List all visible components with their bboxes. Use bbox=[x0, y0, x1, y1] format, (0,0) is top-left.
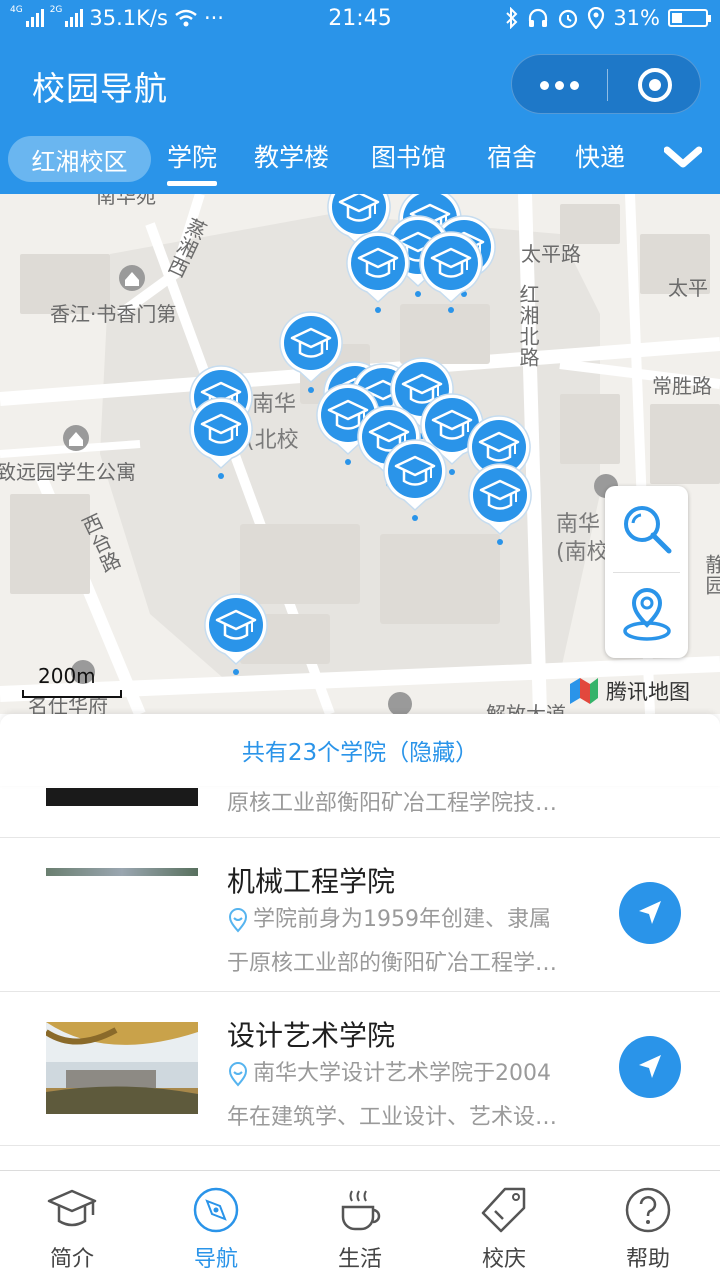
battery-percent: 31% bbox=[613, 6, 660, 30]
map-tools bbox=[605, 486, 688, 658]
college-marker-icon[interactable] bbox=[382, 438, 448, 522]
navigate-button[interactable] bbox=[619, 1036, 681, 1098]
scale-label: 200m bbox=[38, 664, 96, 688]
college-list: 原核工业部衡阳矿冶工程学院技… 机械工程学院 学院前身为1959年创建、隶属 于… bbox=[0, 770, 720, 1170]
category-tabs: 红湘校区 学院 教学楼 图书馆 宿舍 快递 bbox=[0, 130, 720, 194]
compass-icon bbox=[193, 1187, 239, 1233]
tab-teaching-building[interactable]: 教学楼 bbox=[254, 138, 329, 174]
headset-icon bbox=[529, 8, 548, 27]
tab-intro[interactable]: 简介 bbox=[0, 1171, 144, 1280]
battery-icon bbox=[668, 9, 711, 27]
college-marker-icon[interactable] bbox=[203, 592, 269, 676]
college-thumbnail bbox=[46, 1022, 198, 1114]
tab-navigation[interactable]: 导航 bbox=[144, 1171, 288, 1280]
college-description-line1: 学院前身为1959年创建、隶属 bbox=[253, 907, 551, 932]
map-label: 太平 bbox=[668, 276, 708, 300]
navigation-arrow-icon bbox=[639, 1055, 661, 1078]
map-label: 太平路 bbox=[521, 242, 581, 266]
graduation-cap-icon bbox=[47, 1189, 97, 1227]
campus-map[interactable]: 南华苑 香江·书香门第 太平路 太平 红湘北路 常胜路 致远园学生公寓 南华 (… bbox=[0, 194, 720, 714]
map-label: 解放大道 bbox=[486, 702, 566, 714]
college-description: 原核工业部衡阳矿冶工程学院技… bbox=[227, 791, 558, 816]
navigate-button[interactable] bbox=[619, 882, 681, 944]
college-thumbnail bbox=[46, 788, 198, 806]
more-menu-button[interactable] bbox=[512, 55, 607, 115]
tag-icon bbox=[481, 1187, 526, 1233]
college-description-line2: 于原核工业部的衡阳矿冶工程学… bbox=[227, 951, 558, 976]
map-label: 静园 bbox=[702, 554, 720, 596]
map-label: 致远园学生公寓 bbox=[0, 460, 136, 484]
location-pin-icon bbox=[622, 588, 671, 641]
tab-label: 导航 bbox=[193, 1247, 238, 1272]
college-photo bbox=[46, 1022, 198, 1114]
college-marker-icon[interactable] bbox=[188, 396, 254, 480]
battery-fill bbox=[672, 13, 682, 23]
tab-label: 简介 bbox=[49, 1247, 94, 1272]
app-header: 校园导航 bbox=[0, 40, 720, 130]
close-miniapp-button[interactable] bbox=[607, 55, 702, 115]
my-location-button[interactable] bbox=[605, 572, 688, 658]
list-item[interactable]: 设计艺术学院 南华大学设计艺术学院于2004 年在建筑学、工业设计、艺术设… bbox=[0, 992, 720, 1146]
navigation-arrow-icon bbox=[639, 901, 661, 924]
tab-label: 生活 bbox=[337, 1247, 382, 1272]
location-marker-icon bbox=[228, 908, 248, 933]
list-item[interactable]: 机械工程学院 学院前身为1959年创建、隶属 于原核工业部的衡阳矿冶工程学… bbox=[0, 838, 720, 992]
tab-label: 帮助 bbox=[625, 1247, 670, 1272]
map-label: 常胜路 bbox=[652, 374, 712, 398]
tab-dormitory[interactable]: 宿舍 bbox=[487, 138, 537, 174]
map-label: 香江·书香门第 bbox=[50, 302, 177, 326]
map-label: 南华苑 bbox=[96, 194, 156, 208]
college-marker-icon[interactable] bbox=[345, 230, 411, 314]
college-description: 学院前身为1959年创建、隶属 于原核工业部的衡阳矿冶工程学… bbox=[227, 898, 612, 986]
college-marker-icon[interactable] bbox=[418, 230, 484, 314]
map-search-button[interactable] bbox=[605, 486, 688, 572]
campus-selector[interactable]: 红湘校区 bbox=[8, 136, 151, 182]
college-description-line1: 南华大学设计艺术学院于2004 bbox=[253, 1061, 551, 1086]
search-icon bbox=[623, 506, 671, 554]
status-bar: 4G 2G 35.1K/s ··· 21:45 31% bbox=[0, 0, 720, 40]
help-icon bbox=[625, 1187, 671, 1233]
college-thumbnail bbox=[46, 868, 198, 876]
tencent-map-icon bbox=[570, 678, 598, 704]
alarm-icon bbox=[559, 9, 578, 29]
page-title: 校园导航 bbox=[32, 69, 168, 108]
college-name: 机械工程学院 bbox=[227, 865, 396, 898]
close-target-icon bbox=[637, 68, 672, 102]
tab-label: 校庆 bbox=[481, 1247, 526, 1272]
bluetooth-icon bbox=[506, 7, 518, 29]
location-status-icon bbox=[588, 7, 605, 29]
tab-express[interactable]: 快递 bbox=[575, 138, 625, 174]
college-name: 设计艺术学院 bbox=[227, 1019, 396, 1052]
expand-tabs-icon[interactable] bbox=[664, 144, 702, 172]
tab-college[interactable]: 学院 bbox=[167, 138, 218, 186]
tab-library[interactable]: 图书馆 bbox=[371, 138, 446, 174]
bottom-tab-bar: 简介 导航 生活 校庆 帮助 bbox=[0, 1170, 720, 1280]
map-label: 红湘北路 bbox=[516, 284, 540, 368]
map-provider-logo: 腾讯地图 bbox=[566, 674, 690, 708]
tab-help[interactable]: 帮助 bbox=[576, 1171, 720, 1280]
miniapp-capsule bbox=[511, 54, 701, 114]
scale-bar bbox=[22, 690, 122, 698]
college-count-toggle[interactable]: 共有23个学院（隐藏） bbox=[0, 714, 720, 786]
college-description: 南华大学设计艺术学院于2004 年在建筑学、工业设计、艺术设… bbox=[227, 1052, 612, 1140]
map-scale: 200m bbox=[22, 664, 122, 698]
college-description-line2: 年在建筑学、工业设计、艺术设… bbox=[227, 1105, 558, 1130]
college-marker-icon[interactable] bbox=[467, 462, 533, 546]
tab-anniversary[interactable]: 校庆 bbox=[432, 1171, 576, 1280]
map-label: (南校 bbox=[556, 540, 609, 565]
coffee-cup-icon bbox=[341, 1190, 381, 1231]
provider-label: 腾讯地图 bbox=[606, 680, 690, 704]
tab-life[interactable]: 生活 bbox=[288, 1171, 432, 1280]
location-marker-icon bbox=[228, 1062, 248, 1087]
